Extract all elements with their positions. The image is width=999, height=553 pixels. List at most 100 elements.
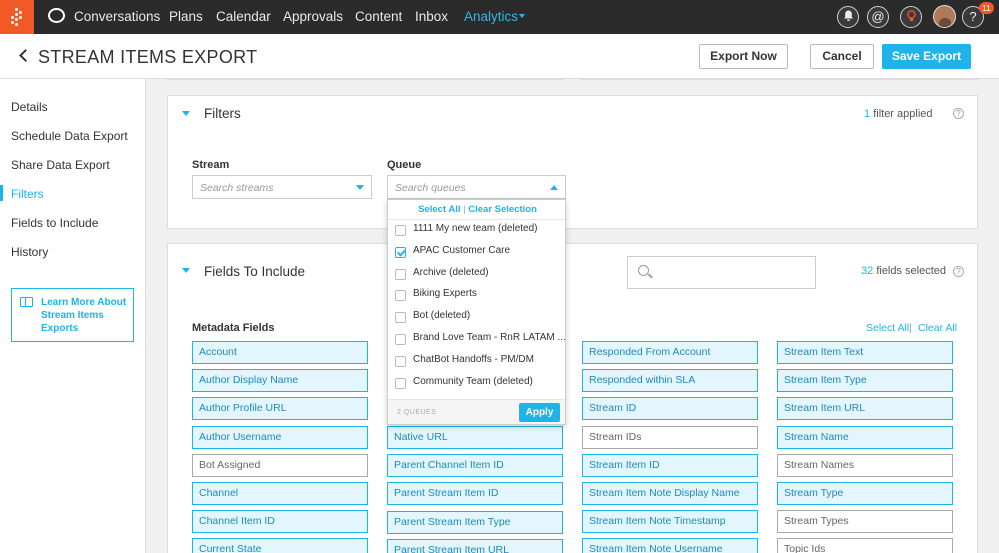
clear-all-fields-link[interactable]: Clear All bbox=[918, 322, 957, 334]
checkbox[interactable] bbox=[395, 312, 406, 324]
page-header: STREAM ITEMS EXPORT Export Now Cancel Sa… bbox=[0, 34, 999, 79]
fields-title: Fields To Include bbox=[204, 264, 306, 279]
queue-option[interactable]: Brand Love Team - RnR LATAM ... bbox=[388, 329, 566, 350]
field-toggle[interactable]: Channel Item ID bbox=[192, 510, 368, 534]
filters-title: Filters bbox=[204, 106, 241, 121]
checkbox[interactable] bbox=[395, 334, 406, 345]
apply-button[interactable]: Apply bbox=[519, 403, 560, 422]
queue-label: Queue bbox=[387, 159, 422, 171]
field-toggle[interactable]: Stream Item ID bbox=[582, 453, 758, 477]
select-all-queues-link[interactable]: Select All bbox=[418, 204, 460, 215]
cancel-button[interactable]: Cancel bbox=[810, 44, 874, 69]
page-title: STREAM ITEMS EXPORT bbox=[38, 47, 258, 67]
queue-option-label: Brand Love Team - RnR LATAM ... bbox=[413, 332, 566, 343]
queue-option-label: Archive (deleted) bbox=[413, 266, 489, 278]
queue-option-label: ChatBot Handoffs - PM/DM bbox=[413, 353, 534, 365]
back-arrow-icon[interactable] bbox=[19, 49, 32, 62]
field-toggle[interactable]: Responded From Account bbox=[582, 341, 758, 364]
field-toggle[interactable]: Stream Name bbox=[777, 425, 953, 449]
lightbulb-icon[interactable] bbox=[900, 6, 922, 28]
field-toggle[interactable]: Account bbox=[192, 341, 368, 364]
field-toggle[interactable]: Responded within SLA bbox=[582, 369, 758, 393]
queue-option[interactable]: Biking Experts bbox=[388, 285, 565, 306]
sidebar-item-share[interactable]: Share Data Export bbox=[11, 158, 110, 172]
nav-conversations[interactable]: Conversations bbox=[74, 9, 160, 24]
field-toggle[interactable]: Stream Type bbox=[777, 482, 953, 505]
sidebar-item-fields[interactable]: Fields to Include bbox=[11, 216, 98, 230]
queue-select[interactable]: Search queues bbox=[387, 175, 566, 199]
field-toggle[interactable]: Parent Stream Item Type bbox=[387, 510, 563, 534]
save-export-button[interactable]: Save Export bbox=[882, 44, 971, 69]
sidebar-item-history[interactable]: History bbox=[11, 245, 48, 259]
bell-icon[interactable] bbox=[837, 6, 859, 28]
queue-option[interactable]: Community Team (deleted) bbox=[388, 373, 565, 394]
checkbox[interactable] bbox=[395, 290, 406, 302]
metadata-fields-label: Metadata Fields bbox=[192, 322, 275, 334]
filters-applied-count: 1 filter applied bbox=[864, 108, 933, 120]
queue-option[interactable]: Bot (deleted) bbox=[388, 307, 565, 328]
sidebar-item-filters[interactable]: Filters bbox=[11, 187, 44, 201]
select-all-fields-link[interactable]: Select All bbox=[866, 322, 909, 334]
checkbox[interactable] bbox=[395, 377, 406, 389]
field-toggle[interactable]: Stream Item Note Username bbox=[582, 538, 758, 553]
sidebar-item-schedule[interactable]: Schedule Data Export bbox=[11, 129, 128, 143]
sidebar-item-details[interactable]: Details bbox=[11, 100, 48, 114]
field-toggle[interactable]: Stream Item Type bbox=[777, 369, 953, 393]
clear-selection-link[interactable]: Clear Selection bbox=[468, 204, 537, 215]
queue-option[interactable]: Archive (deleted) bbox=[388, 264, 565, 285]
link-separator: | bbox=[463, 204, 466, 215]
export-now-button[interactable]: Export Now bbox=[699, 44, 788, 69]
checkbox[interactable] bbox=[395, 268, 406, 280]
nav-content[interactable]: Content bbox=[355, 9, 402, 24]
nav-approvals[interactable]: Approvals bbox=[283, 9, 343, 24]
field-toggle[interactable]: Topic Ids bbox=[777, 538, 953, 553]
field-toggle[interactable]: Stream Item Text bbox=[777, 341, 953, 364]
field-toggle[interactable]: Parent Stream Item ID bbox=[387, 482, 563, 506]
field-toggle[interactable]: Stream IDs bbox=[582, 425, 758, 449]
field-toggle[interactable]: Stream Types bbox=[777, 510, 953, 534]
learn-more-link[interactable]: Learn More About Stream Items Exports bbox=[11, 288, 134, 342]
queue-option-label: Bot (deleted) bbox=[413, 310, 471, 322]
help-icon[interactable]: ? bbox=[953, 266, 964, 277]
field-toggle[interactable]: Current State bbox=[192, 538, 368, 553]
field-toggle[interactable]: Stream Item Note Timestamp bbox=[582, 510, 758, 534]
mentions-icon[interactable]: @ bbox=[867, 6, 889, 28]
fields-search-input[interactable] bbox=[627, 256, 816, 289]
field-toggle[interactable]: Parent Channel Item ID bbox=[387, 454, 563, 478]
queue-option[interactable]: ChatBot Handoffs - PM/DM bbox=[388, 351, 565, 372]
chevron-down-icon bbox=[356, 185, 364, 190]
queue-dropdown: Select All | Clear Selection 1111 My new… bbox=[387, 199, 566, 425]
app-logo-icon[interactable] bbox=[0, 0, 34, 34]
filters-card bbox=[167, 95, 978, 229]
field-toggle[interactable]: Author Username bbox=[192, 425, 368, 449]
field-toggle[interactable]: Parent Stream Item URL bbox=[387, 538, 563, 553]
book-icon bbox=[20, 297, 33, 307]
nav-inbox[interactable]: Inbox bbox=[415, 9, 448, 24]
field-toggle[interactable]: Author Display Name bbox=[192, 369, 368, 393]
help-icon[interactable]: ? bbox=[953, 108, 964, 119]
field-toggle[interactable]: Stream ID bbox=[582, 397, 758, 421]
field-toggle[interactable]: Native URL bbox=[387, 426, 563, 449]
sidebar-active-indicator bbox=[0, 185, 3, 201]
field-toggle[interactable]: Author Profile URL bbox=[192, 397, 368, 421]
stream-select[interactable]: Search streams bbox=[192, 175, 372, 199]
queue-option[interactable]: 1111 My new team (deleted) bbox=[388, 220, 565, 241]
checkbox-checked[interactable] bbox=[395, 246, 406, 258]
field-toggle[interactable]: Stream Item Note Display Name bbox=[582, 482, 758, 505]
nav-calendar[interactable]: Calendar bbox=[216, 9, 271, 24]
checkbox[interactable] bbox=[395, 225, 406, 236]
nav-analytics[interactable]: Analytics bbox=[464, 9, 518, 24]
collapse-caret-icon[interactable] bbox=[182, 268, 190, 273]
collapse-caret-icon[interactable] bbox=[182, 111, 190, 116]
sidebar: Details Schedule Data Export Share Data … bbox=[0, 79, 146, 553]
field-toggle[interactable]: Stream Item URL bbox=[777, 397, 953, 421]
field-toggle[interactable]: Bot Assigned bbox=[192, 453, 368, 477]
nav-plans[interactable]: Plans bbox=[169, 9, 203, 24]
top-navigation: Conversations Plans Calendar Approvals C… bbox=[0, 0, 999, 34]
avatar[interactable] bbox=[933, 5, 956, 28]
field-toggle[interactable]: Channel bbox=[192, 482, 368, 505]
checkbox[interactable] bbox=[395, 355, 406, 367]
field-toggle[interactable]: Stream Names bbox=[777, 453, 953, 477]
stream-label: Stream bbox=[192, 159, 230, 171]
queue-option[interactable]: APAC Customer Care bbox=[388, 242, 565, 263]
